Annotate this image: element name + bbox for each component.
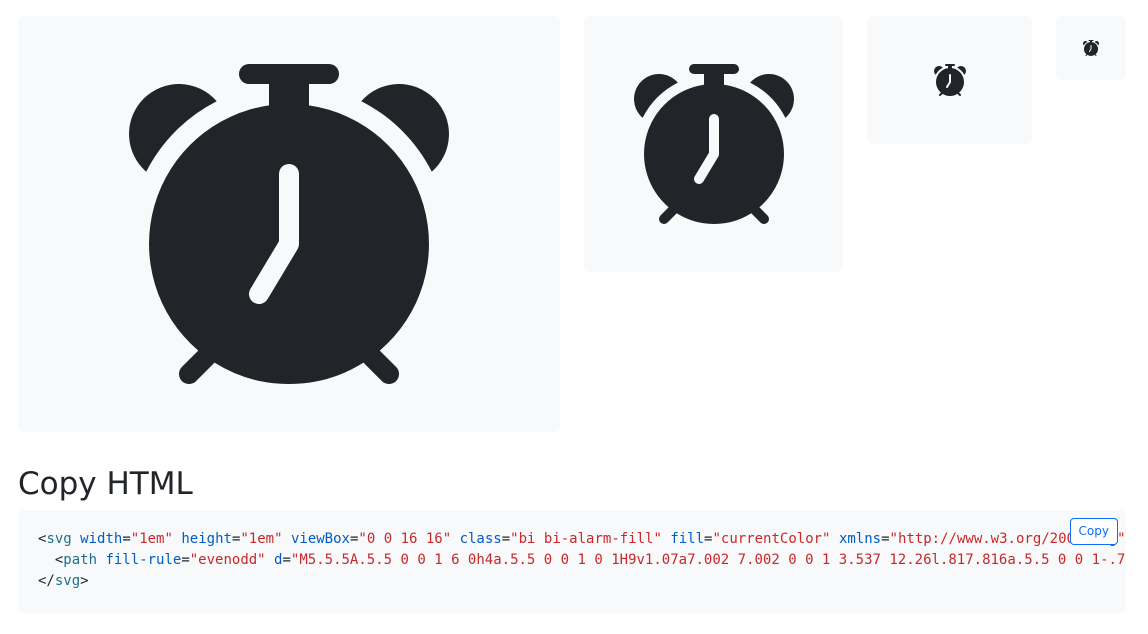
icon-preview-large <box>584 16 843 272</box>
code-token: "0 0 16 16" <box>358 531 452 547</box>
code-line-1: <svg width="1em" height="1em" viewBox="0… <box>38 531 1126 547</box>
code-token: fill <box>670 531 705 547</box>
code-token: "evenodd" <box>189 552 266 568</box>
icon-preview-xlarge <box>18 16 560 432</box>
alarm-fill-icon <box>1083 40 1099 56</box>
code-token: height <box>181 531 232 547</box>
code-token: "1em" <box>240 531 283 547</box>
code-snippet-panel: <svg width="1em" height="1em" viewBox="0… <box>18 510 1126 613</box>
copy-button[interactable]: Copy <box>1069 518 1118 545</box>
alarm-fill-icon <box>129 64 449 384</box>
code-token: svg <box>54 573 81 589</box>
code-token: viewBox <box>290 531 350 547</box>
code-token: > <box>80 573 89 589</box>
code-token: xmlns <box>838 531 882 547</box>
code-token: "currentColor" <box>712 531 831 547</box>
alarm-fill-icon <box>634 64 794 224</box>
code-token: fill-rule <box>105 552 182 568</box>
code-line-3: </svg> <box>38 573 89 589</box>
code-token: path <box>63 552 98 568</box>
code-token: class <box>459 531 502 547</box>
code-token: "1em" <box>130 531 173 547</box>
code-token: "bi bi-alarm-fill" <box>510 531 662 547</box>
code-token: </ <box>38 573 55 589</box>
code-line-2: <path fill-rule="evenodd" d="M5.5.5A.5.5… <box>38 552 1126 568</box>
code-token: "M5.5.5A.5.5 0 0 1 6 0h4a.5.5 0 0 1 0 1H… <box>290 552 1126 568</box>
code-block[interactable]: <svg width="1em" height="1em" viewBox="0… <box>18 510 1126 592</box>
alarm-fill-icon <box>934 64 966 96</box>
copy-html-heading: Copy HTML <box>18 466 193 502</box>
code-token: width <box>80 531 123 547</box>
icon-preview-small <box>1056 16 1126 80</box>
icon-preview-medium <box>867 16 1032 144</box>
code-token: svg <box>46 531 72 547</box>
